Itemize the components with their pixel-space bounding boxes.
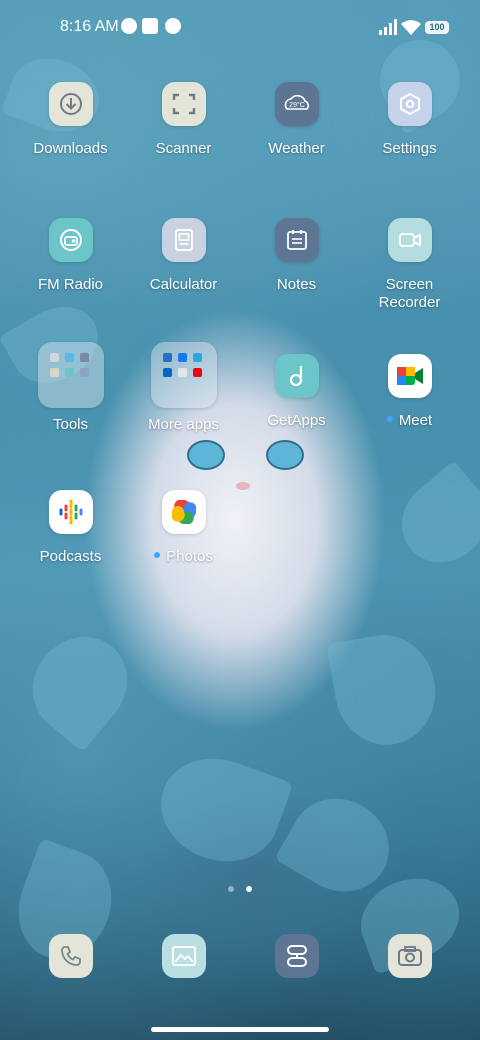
app-scanner[interactable]: Scanner: [127, 82, 240, 158]
app-label: Meet: [353, 412, 466, 430]
calculator-icon: [161, 218, 206, 262]
browser-icon: [287, 945, 307, 967]
app-label: More apps: [148, 416, 219, 433]
app-label-text: Meet: [398, 412, 433, 429]
folder-more-apps[interactable]: More apps: [127, 342, 240, 434]
app-label: Scanner: [155, 140, 212, 157]
battery-icon: 100: [425, 21, 449, 34]
new-indicator-dot: [154, 552, 161, 559]
notification-circle-icon: [121, 18, 137, 34]
app-label-line2: Recorder: [378, 294, 441, 311]
app-label: GetApps: [267, 412, 326, 429]
app-settings[interactable]: Settings: [353, 82, 466, 158]
radio-icon: [48, 218, 93, 262]
signal-icon: [379, 19, 397, 35]
app-label: Notes: [276, 276, 317, 293]
dock-browser[interactable]: [275, 934, 319, 978]
notification-square-icon: [142, 18, 158, 34]
page-dot-1[interactable]: [227, 886, 234, 892]
page-indicator[interactable]: [0, 879, 480, 897]
page-dot-2-current[interactable]: [246, 886, 253, 892]
settings-icon: [387, 82, 432, 126]
app-label-line1: Screen: [385, 276, 434, 293]
app-podcasts[interactable]: Podcasts: [14, 490, 127, 566]
tools-folder-icon: [37, 342, 104, 408]
app-label: Podcasts: [39, 548, 102, 565]
app-label: Weather: [268, 140, 325, 157]
app-calculator[interactable]: Calculator: [127, 218, 240, 294]
app-label: Photos: [127, 548, 240, 566]
status-bar: 8:16 AM 100: [0, 0, 480, 56]
notification-circle-icon: [165, 18, 181, 34]
folder-tools[interactable]: Tools: [14, 342, 127, 434]
app-fm-radio[interactable]: FM Radio: [14, 218, 127, 294]
app-notes[interactable]: Notes: [240, 218, 353, 294]
weather-icon: 29°C: [274, 82, 319, 126]
status-time: 8:16 AM: [60, 18, 119, 35]
scanner-icon: [161, 82, 206, 126]
google-meet-icon: [387, 354, 432, 398]
wifi-icon: [401, 20, 421, 35]
app-meet[interactable]: Meet: [353, 354, 466, 430]
gallery-icon: [172, 946, 196, 966]
app-getapps[interactable]: GetApps: [240, 354, 353, 430]
more-apps-folder-icon: [150, 342, 217, 408]
app-photos[interactable]: Photos: [127, 490, 240, 566]
google-photos-icon: [161, 490, 206, 534]
weather-temp: 29°C: [289, 101, 305, 109]
app-label: Screen Recorder: [353, 276, 466, 312]
app-label: Downloads: [33, 140, 108, 157]
dock-phone[interactable]: [49, 934, 93, 978]
google-podcasts-icon: [48, 490, 93, 534]
notes-icon: [274, 218, 319, 262]
app-label: Calculator: [149, 276, 218, 293]
download-icon: [48, 82, 93, 126]
phone-icon: [61, 946, 81, 966]
app-label: FM Radio: [37, 276, 104, 293]
app-label-text: Photos: [166, 548, 213, 565]
dock-gallery[interactable]: [162, 934, 206, 978]
gesture-navigation-bar[interactable]: [151, 1027, 329, 1032]
new-indicator-dot: [386, 416, 393, 423]
app-label: Tools: [52, 416, 89, 433]
app-downloads[interactable]: Downloads: [14, 82, 127, 158]
app-label: Settings: [382, 140, 437, 157]
dock-camera[interactable]: [388, 934, 432, 978]
app-screen-recorder[interactable]: Screen Recorder: [353, 218, 466, 312]
camera-icon: [398, 946, 422, 966]
getapps-icon: [274, 354, 319, 398]
screen-recorder-icon: [387, 218, 432, 262]
app-weather[interactable]: 29°C Weather: [240, 82, 353, 158]
